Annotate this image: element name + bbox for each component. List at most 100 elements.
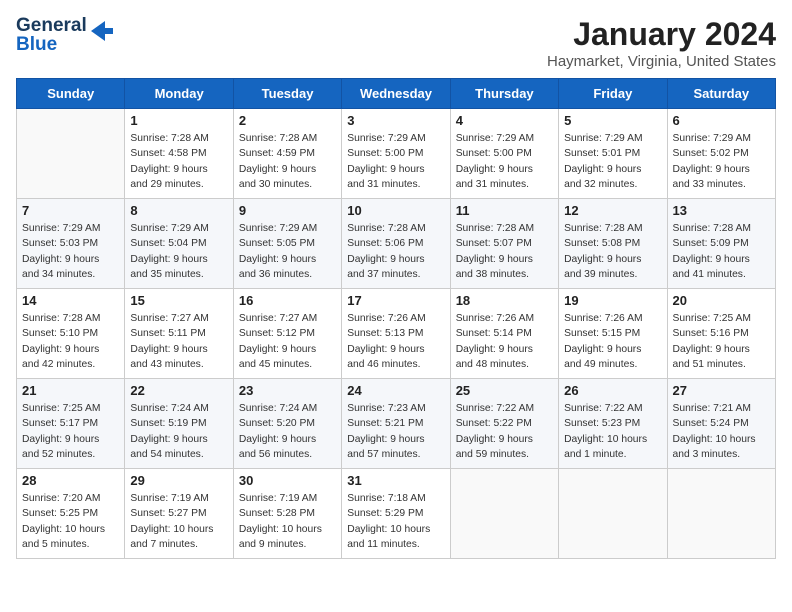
day-number: 6 [673, 113, 770, 128]
calendar-week-row: 1 Sunrise: 7:28 AM Sunset: 4:58 PM Daylig… [17, 109, 776, 199]
logo-arrow-icon [91, 21, 113, 41]
day-sun-info: Sunrise: 7:28 AM Sunset: 4:58 PM Dayligh… [130, 131, 227, 193]
calendar-cell: 6 Sunrise: 7:29 AM Sunset: 5:02 PM Daylig… [667, 109, 775, 199]
calendar-cell: 28 Sunrise: 7:20 AM Sunset: 5:25 PM Dayli… [17, 469, 125, 559]
calendar-cell: 3Sunrise: 7:29 AM Sunset: 5:00 PM Daylig… [342, 109, 450, 199]
day-number: 19 [564, 293, 661, 308]
day-number: 16 [239, 293, 336, 308]
day-number: 1 [130, 113, 227, 128]
calendar-cell [559, 469, 667, 559]
day-number: 15 [130, 293, 227, 308]
day-sun-info: Sunrise: 7:28 AM Sunset: 5:06 PM Dayligh… [347, 221, 444, 283]
day-number: 17 [347, 293, 444, 308]
day-sun-info: Sunrise: 7:24 AM Sunset: 5:20 PM Dayligh… [239, 401, 336, 463]
calendar-cell: 12Sunrise: 7:28 AM Sunset: 5:08 PM Dayli… [559, 199, 667, 289]
day-sun-info: Sunrise: 7:24 AM Sunset: 5:19 PM Dayligh… [130, 401, 227, 463]
calendar-cell: 24 Sunrise: 7:23 AM Sunset: 5:21 PM Dayli… [342, 379, 450, 469]
column-header-tuesday: Tuesday [233, 79, 341, 109]
calendar-cell: 17 Sunrise: 7:26 AM Sunset: 5:13 PM Dayli… [342, 289, 450, 379]
calendar-cell: 9 Sunrise: 7:29 AM Sunset: 5:05 PM Daylig… [233, 199, 341, 289]
day-number: 30 [239, 473, 336, 488]
day-sun-info: Sunrise: 7:25 AM Sunset: 5:17 PM Dayligh… [22, 401, 119, 463]
calendar-cell [667, 469, 775, 559]
day-sun-info: Sunrise: 7:18 AM Sunset: 5:29 PM Dayligh… [347, 491, 444, 553]
column-header-sunday: Sunday [17, 79, 125, 109]
day-sun-info: Sunrise: 7:26 AM Sunset: 5:15 PM Dayligh… [564, 311, 661, 373]
day-sun-info: Sunrise: 7:23 AM Sunset: 5:21 PM Dayligh… [347, 401, 444, 463]
logo: General Blue [16, 16, 113, 54]
calendar-cell: 20 Sunrise: 7:25 AM Sunset: 5:16 PM Dayli… [667, 289, 775, 379]
day-number: 9 [239, 203, 336, 218]
day-sun-info: Sunrise: 7:26 AM Sunset: 5:13 PM Dayligh… [347, 311, 444, 373]
day-number: 24 [347, 383, 444, 398]
day-number: 22 [130, 383, 227, 398]
title-area: January 2024 Haymarket, Virginia, United… [547, 16, 776, 70]
calendar-cell: 27 Sunrise: 7:21 AM Sunset: 5:24 PM Dayli… [667, 379, 775, 469]
day-number: 10 [347, 203, 444, 218]
calendar-cell: 10 Sunrise: 7:28 AM Sunset: 5:06 PM Dayli… [342, 199, 450, 289]
day-number: 4 [456, 113, 553, 128]
day-number: 7 [22, 203, 119, 218]
day-number: 5 [564, 113, 661, 128]
day-sun-info: Sunrise: 7:22 AM Sunset: 5:22 PM Dayligh… [456, 401, 553, 463]
calendar-subtitle: Haymarket, Virginia, United States [547, 53, 776, 70]
day-number: 3 [347, 113, 444, 128]
column-header-monday: Monday [125, 79, 233, 109]
calendar-week-row: 28 Sunrise: 7:20 AM Sunset: 5:25 PM Dayli… [17, 469, 776, 559]
day-sun-info: Sunrise: 7:28 AM Sunset: 5:09 PM Dayligh… [673, 221, 770, 283]
calendar-body: 1 Sunrise: 7:28 AM Sunset: 4:58 PM Daylig… [17, 109, 776, 559]
calendar-cell: 1 Sunrise: 7:28 AM Sunset: 4:58 PM Daylig… [125, 109, 233, 199]
day-sun-info: Sunrise: 7:28 AM Sunset: 4:59 PM Dayligh… [239, 131, 336, 193]
day-sun-info: Sunrise: 7:28 AM Sunset: 5:08 PM Dayligh… [564, 221, 661, 283]
day-number: 13 [673, 203, 770, 218]
day-number: 20 [673, 293, 770, 308]
calendar-header-row: SundayMondayTuesdayWednesdayThursdayFrid… [17, 79, 776, 109]
day-number: 18 [456, 293, 553, 308]
day-sun-info: Sunrise: 7:21 AM Sunset: 5:24 PM Dayligh… [673, 401, 770, 463]
day-number: 26 [564, 383, 661, 398]
calendar-week-row: 14 Sunrise: 7:28 AM Sunset: 5:10 PM Dayli… [17, 289, 776, 379]
day-number: 8 [130, 203, 227, 218]
calendar-cell: 16Sunrise: 7:27 AM Sunset: 5:12 PM Dayli… [233, 289, 341, 379]
calendar-cell: 13 Sunrise: 7:28 AM Sunset: 5:09 PM Dayli… [667, 199, 775, 289]
day-number: 29 [130, 473, 227, 488]
day-sun-info: Sunrise: 7:25 AM Sunset: 5:16 PM Dayligh… [673, 311, 770, 373]
calendar-title: January 2024 [547, 16, 776, 53]
calendar-cell: 31 Sunrise: 7:18 AM Sunset: 5:29 PM Dayli… [342, 469, 450, 559]
calendar-cell: 30Sunrise: 7:19 AM Sunset: 5:28 PM Dayli… [233, 469, 341, 559]
calendar-cell: 15 Sunrise: 7:27 AM Sunset: 5:11 PM Dayli… [125, 289, 233, 379]
calendar-cell: 14 Sunrise: 7:28 AM Sunset: 5:10 PM Dayli… [17, 289, 125, 379]
day-sun-info: Sunrise: 7:29 AM Sunset: 5:03 PM Dayligh… [22, 221, 119, 283]
day-number: 28 [22, 473, 119, 488]
calendar-cell: 25 Sunrise: 7:22 AM Sunset: 5:22 PM Dayli… [450, 379, 558, 469]
calendar-cell: 18 Sunrise: 7:26 AM Sunset: 5:14 PM Dayli… [450, 289, 558, 379]
day-number: 23 [239, 383, 336, 398]
day-sun-info: Sunrise: 7:29 AM Sunset: 5:02 PM Dayligh… [673, 131, 770, 193]
calendar-cell: 2 Sunrise: 7:28 AM Sunset: 4:59 PM Daylig… [233, 109, 341, 199]
day-number: 31 [347, 473, 444, 488]
calendar-cell [450, 469, 558, 559]
day-sun-info: Sunrise: 7:29 AM Sunset: 5:01 PM Dayligh… [564, 131, 661, 193]
day-sun-info: Sunrise: 7:20 AM Sunset: 5:25 PM Dayligh… [22, 491, 119, 553]
day-number: 14 [22, 293, 119, 308]
calendar-cell: 5 Sunrise: 7:29 AM Sunset: 5:01 PM Daylig… [559, 109, 667, 199]
day-number: 21 [22, 383, 119, 398]
day-sun-info: Sunrise: 7:29 AM Sunset: 5:05 PM Dayligh… [239, 221, 336, 283]
day-number: 27 [673, 383, 770, 398]
column-header-thursday: Thursday [450, 79, 558, 109]
calendar-cell: 19 Sunrise: 7:26 AM Sunset: 5:15 PM Dayli… [559, 289, 667, 379]
day-sun-info: Sunrise: 7:27 AM Sunset: 5:11 PM Dayligh… [130, 311, 227, 373]
calendar-table: SundayMondayTuesdayWednesdayThursdayFrid… [16, 78, 776, 559]
day-number: 2 [239, 113, 336, 128]
column-header-wednesday: Wednesday [342, 79, 450, 109]
day-sun-info: Sunrise: 7:28 AM Sunset: 5:07 PM Dayligh… [456, 221, 553, 283]
calendar-week-row: 21 Sunrise: 7:25 AM Sunset: 5:17 PM Dayli… [17, 379, 776, 469]
logo-line2: Blue [16, 35, 87, 54]
day-sun-info: Sunrise: 7:28 AM Sunset: 5:10 PM Dayligh… [22, 311, 119, 373]
day-sun-info: Sunrise: 7:26 AM Sunset: 5:14 PM Dayligh… [456, 311, 553, 373]
calendar-cell: 4 Sunrise: 7:29 AM Sunset: 5:00 PM Daylig… [450, 109, 558, 199]
page-header: General Blue January 2024 Haymarket, Vir… [16, 16, 776, 70]
calendar-cell: 11Sunrise: 7:28 AM Sunset: 5:07 PM Dayli… [450, 199, 558, 289]
day-number: 25 [456, 383, 553, 398]
day-sun-info: Sunrise: 7:29 AM Sunset: 5:00 PM Dayligh… [456, 131, 553, 193]
